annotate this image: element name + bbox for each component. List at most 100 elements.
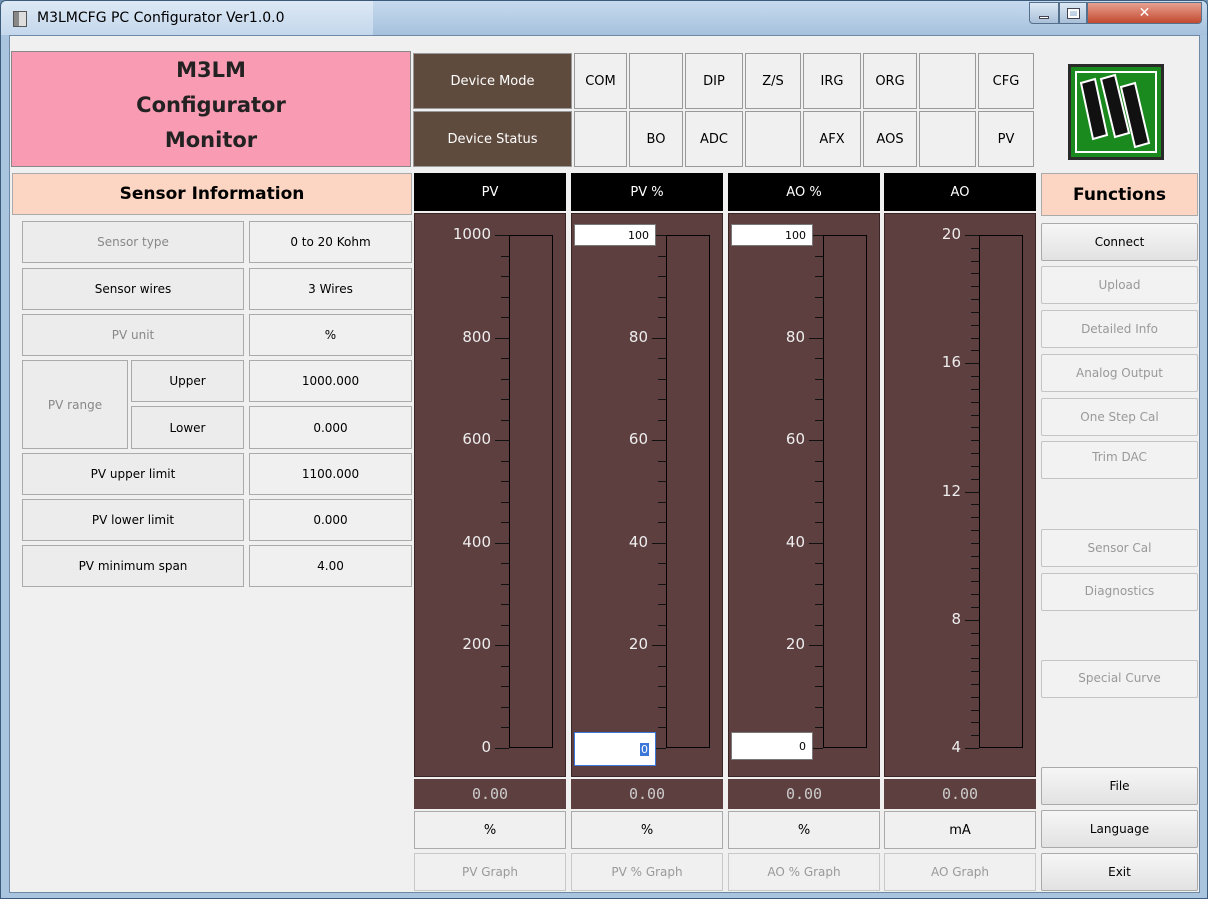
graph-tick <box>815 358 823 359</box>
connect-button[interactable]: Connect <box>1041 223 1198 261</box>
pv-min-span-value: 4.00 <box>249 545 412 587</box>
one-step-cal-button[interactable]: One Step Cal <box>1041 398 1198 436</box>
graph-tick <box>501 686 509 687</box>
minimize-button[interactable] <box>1029 2 1059 24</box>
graph-tick <box>658 379 666 380</box>
graph-tick <box>971 722 979 723</box>
pv-lower-value: 0.000 <box>249 406 412 449</box>
graph-tick <box>495 748 509 749</box>
graph-tick <box>501 625 509 626</box>
graph-panel: 80 60 40 20 100 0 <box>728 213 880 777</box>
graph-tick-label: 400 <box>462 533 491 551</box>
graph-tick-label: 80 <box>628 328 648 346</box>
graph-unit: % <box>571 811 723 849</box>
graph-tick <box>971 735 979 736</box>
graph-tick <box>971 453 979 454</box>
language-button[interactable]: Language <box>1041 810 1198 848</box>
graph-range-upper-input[interactable]: 100 <box>731 224 813 246</box>
graph-panel: 20 16 12 8 4 <box>884 213 1036 777</box>
device-status-flag: AOS <box>863 111 917 167</box>
device-mode-flag: IRG <box>803 53 861 109</box>
graph-button[interactable]: PV % Graph <box>571 853 723 891</box>
file-button[interactable]: File <box>1041 767 1198 805</box>
graph-tick <box>971 594 979 595</box>
graph-tick <box>658 502 666 503</box>
graph-range-lower-input[interactable]: 0 <box>574 732 656 766</box>
pv-range-label: PV range <box>22 360 128 449</box>
pv-lower-label: Lower <box>131 406 244 449</box>
special-curve-button[interactable]: Special Curve <box>1041 660 1198 698</box>
device-mode-flag: ORG <box>863 53 917 109</box>
graph-title: AO % <box>728 173 880 211</box>
graph-tick-label: 4 <box>951 738 961 756</box>
logo-frame <box>1075 71 1157 153</box>
graph-tick <box>971 261 979 262</box>
analog-output-button[interactable]: Analog Output <box>1041 354 1198 392</box>
graph-tick <box>971 325 979 326</box>
graph-tick <box>965 748 979 749</box>
graph-button[interactable]: AO Graph <box>884 853 1036 891</box>
functions-title: Functions <box>1041 173 1198 216</box>
graph-tick-label: 60 <box>785 430 805 448</box>
graph-unit: mA <box>884 811 1036 849</box>
device-status-flag <box>574 111 627 167</box>
graph-tick <box>658 297 666 298</box>
header-line3: Monitor <box>164 128 258 152</box>
exit-button[interactable]: Exit <box>1041 853 1198 891</box>
graph-bar <box>823 235 867 748</box>
device-status-flag <box>745 111 801 167</box>
graph-tick <box>501 297 509 298</box>
graph-tick-label: 8 <box>951 610 961 628</box>
pv-min-span-label: PV minimum span <box>22 545 244 587</box>
detailed-info-button[interactable]: Detailed Info <box>1041 310 1198 348</box>
graph-tick <box>971 376 979 377</box>
close-button[interactable]: ✕ <box>1087 2 1202 24</box>
maximize-button[interactable] <box>1059 2 1087 24</box>
app-header: M3LM Configurator Monitor <box>11 51 411 167</box>
graph-tick <box>971 556 979 557</box>
pv-upper-label: Upper <box>131 360 244 402</box>
graph-tick <box>501 276 509 277</box>
title-bar[interactable]: M3LMCFG PC Configurator Ver1.0.0 ✕ <box>1 1 1207 35</box>
graph-tick-label: 60 <box>628 430 648 448</box>
header-line1: M3LM <box>176 58 246 82</box>
graph-bar <box>509 235 553 748</box>
graph-tick <box>658 481 666 482</box>
graph-title: AO <box>884 173 1036 211</box>
graph-range-lower-input[interactable]: 0 <box>731 732 813 760</box>
diagnostics-button[interactable]: Diagnostics <box>1041 573 1198 611</box>
graph-tick-label: 12 <box>941 482 961 500</box>
graph-tick <box>815 297 823 298</box>
graph-tick-label: 0 <box>481 738 491 756</box>
graph-tick <box>501 502 509 503</box>
sensor-wires-label: Sensor wires <box>22 268 244 310</box>
graph-range-upper-input[interactable]: 100 <box>574 224 656 246</box>
graph-tick <box>815 522 823 523</box>
device-status-flag: PV <box>978 111 1034 167</box>
graph-tick <box>971 568 979 569</box>
graph-tick-label: 20 <box>785 635 805 653</box>
pv-unit-label: PV unit <box>22 314 244 356</box>
trim-dac-button[interactable]: Trim DAC <box>1041 441 1198 479</box>
graph-tick <box>971 543 979 544</box>
graph-button[interactable]: PV Graph <box>414 853 566 891</box>
graph-tick <box>501 563 509 564</box>
upload-button[interactable]: Upload <box>1041 266 1198 304</box>
graph-tick <box>971 312 979 313</box>
graph-tick-label: 800 <box>462 328 491 346</box>
graph-tick <box>658 666 666 667</box>
graph-tick <box>658 358 666 359</box>
pv-unit-value: % <box>249 314 412 356</box>
graph-tick <box>965 620 979 621</box>
graph-tick <box>658 420 666 421</box>
pv-lower-limit-value: 0.000 <box>249 499 412 541</box>
device-mode-flag <box>919 53 976 109</box>
graph-tick <box>658 727 666 728</box>
graph-button[interactable]: AO % Graph <box>728 853 880 891</box>
graph-tick <box>815 604 823 605</box>
sensor-info-title: Sensor Information <box>12 173 412 215</box>
graph-tick <box>971 697 979 698</box>
header-line2: Configurator <box>136 93 286 117</box>
sensor-cal-button[interactable]: Sensor Cal <box>1041 529 1198 567</box>
graph-tick <box>501 522 509 523</box>
